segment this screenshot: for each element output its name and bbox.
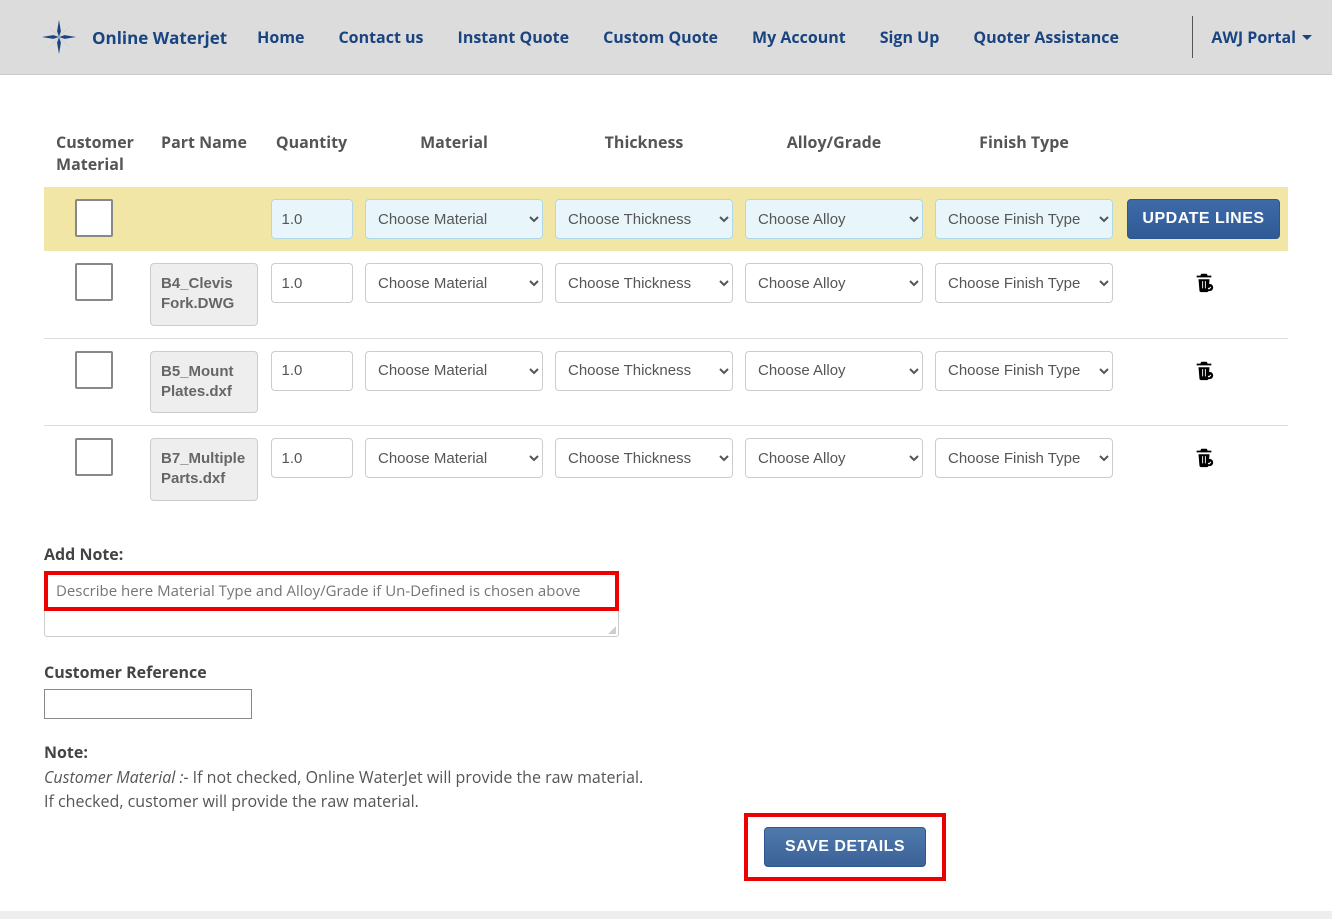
- th-quantity: Quantity: [264, 125, 359, 187]
- th-thickness: Thickness: [549, 125, 739, 187]
- th-material: Material: [359, 125, 549, 187]
- nav-sign-up[interactable]: Sign Up: [880, 26, 940, 48]
- thickness-select[interactable]: Choose Thickness: [555, 438, 733, 478]
- resize-handle-icon: [606, 624, 616, 634]
- footer-bar: [0, 911, 1332, 919]
- customer-reference-input[interactable]: [44, 689, 252, 719]
- note-body: Customer Material :- If not checked, Onl…: [44, 765, 1288, 813]
- thickness-select[interactable]: Choose Thickness: [555, 199, 733, 239]
- nav-divider: [1192, 16, 1193, 58]
- finish-select[interactable]: Choose Finish Type: [935, 263, 1113, 303]
- update-lines-button[interactable]: UPDATE LINES: [1127, 199, 1279, 239]
- customer-material-checkbox[interactable]: [75, 263, 113, 301]
- nav-home[interactable]: Home: [257, 26, 304, 48]
- portal-label: AWJ Portal: [1211, 26, 1296, 48]
- trash-icon[interactable]: [1193, 446, 1215, 468]
- customer-material-checkbox[interactable]: [75, 438, 113, 476]
- textarea-resize-area[interactable]: [44, 611, 619, 637]
- part-name-button[interactable]: B5_Mount Plates.dxf: [150, 351, 258, 414]
- thickness-select[interactable]: Choose Thickness: [555, 263, 733, 303]
- material-select[interactable]: Choose Material: [365, 199, 543, 239]
- quantity-input[interactable]: [271, 438, 353, 478]
- customer-material-checkbox[interactable]: [75, 199, 113, 237]
- add-note-input[interactable]: [48, 575, 615, 607]
- note-line1: If not checked, Online WaterJet will pro…: [189, 766, 644, 788]
- th-customer-material: Customer Material: [44, 125, 144, 187]
- note-heading: Note:: [44, 741, 1288, 763]
- alloy-select[interactable]: Choose Alloy: [745, 351, 923, 391]
- material-select[interactable]: Choose Material: [365, 438, 543, 478]
- material-select[interactable]: Choose Material: [365, 263, 543, 303]
- material-select[interactable]: Choose Material: [365, 351, 543, 391]
- nav-quoter-assistance[interactable]: Quoter Assistance: [973, 26, 1119, 48]
- alloy-select[interactable]: Choose Alloy: [745, 199, 923, 239]
- navbar: Online Waterjet Home Contact us Instant …: [0, 0, 1332, 75]
- save-highlight: SAVE DETAILS: [744, 813, 946, 881]
- finish-select[interactable]: Choose Finish Type: [935, 199, 1113, 239]
- note-emph: Customer Material :-: [44, 766, 189, 788]
- logo-icon: [40, 18, 78, 56]
- quantity-input[interactable]: [271, 351, 353, 391]
- portal-dropdown[interactable]: AWJ Portal: [1211, 26, 1312, 48]
- th-part-name: Part Name: [144, 125, 264, 187]
- parts-table: Customer Material Part Name Quantity Mat…: [44, 125, 1288, 513]
- nav-links: Home Contact us Instant Quote Custom Quo…: [257, 26, 1119, 48]
- th-alloy: Alloy/Grade: [739, 125, 929, 187]
- nav-my-account[interactable]: My Account: [752, 26, 846, 48]
- th-finish: Finish Type: [929, 125, 1119, 187]
- brand-title[interactable]: Online Waterjet: [92, 26, 227, 49]
- finish-select[interactable]: Choose Finish Type: [935, 438, 1113, 478]
- nav-contact[interactable]: Contact us: [338, 26, 423, 48]
- alloy-select[interactable]: Choose Alloy: [745, 263, 923, 303]
- quantity-input[interactable]: [271, 263, 353, 303]
- trash-icon[interactable]: [1193, 271, 1215, 293]
- part-name-button[interactable]: B7_Multiple Parts.dxf: [150, 438, 258, 501]
- trash-icon[interactable]: [1193, 359, 1215, 381]
- add-note-label: Add Note:: [44, 543, 1288, 565]
- alloy-select[interactable]: Choose Alloy: [745, 438, 923, 478]
- thickness-select[interactable]: Choose Thickness: [555, 351, 733, 391]
- nav-instant-quote[interactable]: Instant Quote: [458, 26, 570, 48]
- note-line2: If checked, customer will provide the ra…: [44, 790, 419, 812]
- chevron-down-icon: [1302, 35, 1312, 40]
- nav-custom-quote[interactable]: Custom Quote: [603, 26, 718, 48]
- save-details-button[interactable]: SAVE DETAILS: [764, 827, 926, 867]
- quantity-input[interactable]: [271, 199, 353, 239]
- finish-select[interactable]: Choose Finish Type: [935, 351, 1113, 391]
- customer-material-checkbox[interactable]: [75, 351, 113, 389]
- customer-reference-label: Customer Reference: [44, 661, 1288, 683]
- part-name-button[interactable]: B4_Clevis Fork.DWG: [150, 263, 258, 326]
- add-note-highlight: [44, 571, 619, 611]
